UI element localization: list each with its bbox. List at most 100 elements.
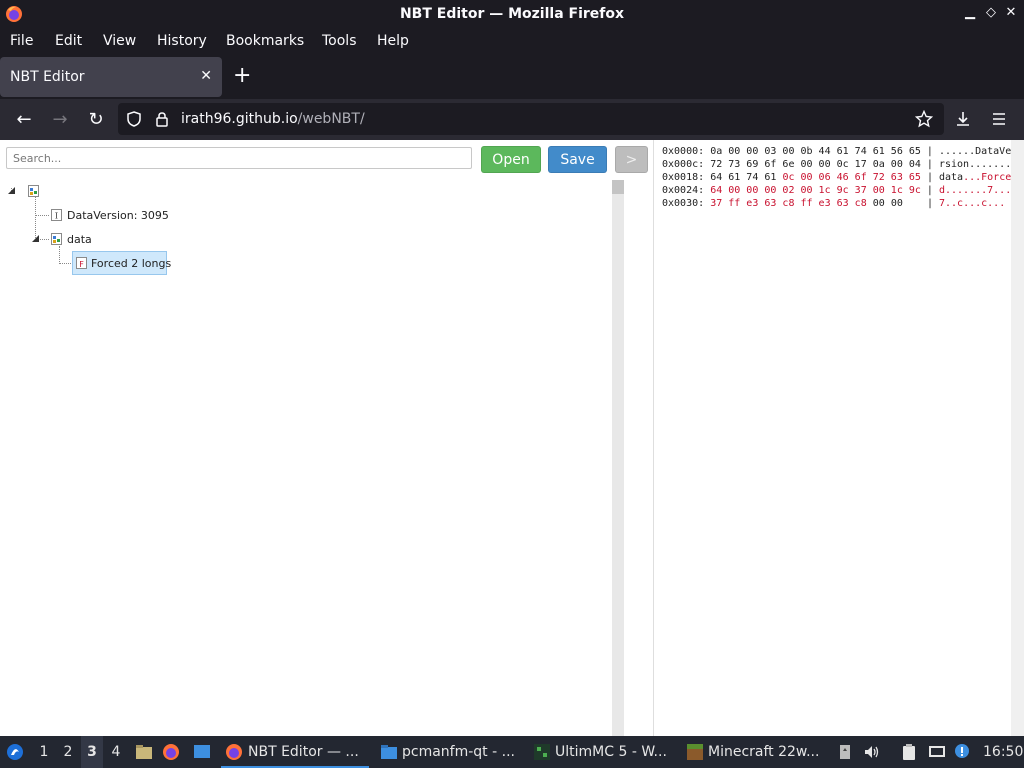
tree-node-data[interactable]: data: [67, 233, 92, 246]
tree-scrollbar-thumb[interactable]: [612, 180, 624, 194]
tree-node-dataversion[interactable]: DataVersion: 3095: [67, 209, 169, 222]
file-manager-launcher-icon[interactable]: [135, 743, 153, 761]
hex-row: 0x0000: 0a 00 00 03 00 0b 44 61 74 61 56…: [662, 146, 1011, 157]
float-tag-icon[interactable]: F: [76, 257, 87, 269]
downloads-icon[interactable]: [954, 110, 972, 128]
task-label: UltimMC 5 - W...: [555, 744, 667, 760]
compound-tag-icon[interactable]: [28, 185, 39, 197]
url-text[interactable]: irath96.github.io/webNBT/: [181, 111, 365, 127]
editor-pane: Open Save > I: [0, 140, 648, 736]
tray-storage-icon[interactable]: [836, 743, 854, 761]
workspace-1[interactable]: 1: [33, 736, 55, 768]
volume-icon[interactable]: [863, 743, 881, 761]
menu-bar: File Edit View History Bookmarks Tools H…: [0, 28, 1024, 55]
collapse-toggle-icon[interactable]: [7, 186, 16, 195]
app-menu-icon[interactable]: [991, 111, 1007, 127]
shield-icon[interactable]: [126, 111, 142, 127]
bookmark-star-icon[interactable]: [915, 110, 933, 128]
url-host: irath96.github.io: [181, 111, 298, 127]
restore-button[interactable]: ◇: [983, 5, 999, 21]
next-button[interactable]: >: [615, 146, 648, 173]
task-label: NBT Editor — ...: [248, 744, 359, 760]
svg-text:I: I: [55, 212, 58, 221]
hex-bytes: 0a 00 00 03 00 0b 44 61 74 61 56 65: [710, 146, 921, 157]
hex-separator: |: [920, 185, 939, 196]
hex-ascii-highlight: 7..c...c...: [938, 198, 1006, 209]
menu-bookmarks[interactable]: Bookmarks: [226, 33, 304, 49]
hex-view: 0x0000: 0a 00 00 03 00 0b 44 61 74 61 56…: [654, 140, 1024, 736]
hex-ascii-highlight: d.......7...: [938, 185, 1012, 196]
url-path: /webNBT/: [297, 111, 365, 127]
hex-ascii: ......DataVe: [938, 146, 1012, 157]
collapse-toggle-icon[interactable]: [31, 234, 40, 243]
task-minecraft[interactable]: Minecraft 22w...: [683, 736, 828, 768]
new-tab-button[interactable]: +: [233, 65, 251, 87]
menu-history[interactable]: History: [157, 33, 207, 49]
folder-icon: [381, 745, 397, 759]
hex-offset: 0x0030:: [662, 198, 705, 209]
menu-edit[interactable]: Edit: [55, 33, 82, 49]
window-title: NBT Editor — Mozilla Firefox: [399, 6, 625, 22]
clipboard-icon[interactable]: [900, 743, 918, 761]
lock-icon[interactable]: [155, 111, 169, 127]
close-window-button[interactable]: ✕: [1003, 5, 1019, 21]
search-input[interactable]: [6, 147, 472, 169]
hex-scrollbar[interactable]: [1011, 140, 1024, 736]
hex-row: 0x0024: 64 00 00 00 02 00 1c 9c 37 00 1c…: [662, 185, 1011, 196]
tree-connector: [59, 246, 60, 264]
tree-scrollbar[interactable]: [612, 180, 624, 736]
hex-bytes-highlight: 64 00 00 00 02 00 1c 9c 37 00 1c 9c: [710, 185, 921, 196]
close-tab-icon[interactable]: ✕: [200, 68, 212, 84]
update-notifier-icon[interactable]: [953, 743, 971, 761]
forward-button[interactable]: →: [49, 109, 71, 131]
navigation-toolbar: ← → ↻ irath96.github.io/webNBT/: [0, 99, 1024, 140]
tree-node-forced-label: Forced 2 longs: [91, 257, 172, 270]
tab-strip: NBT Editor ✕ +: [0, 55, 1024, 99]
hex-bytes: 00 00: [866, 198, 921, 209]
hex-ascii: data: [938, 172, 964, 183]
hex-bytes-highlight: 0c 00 06 46 6f 72 63 65: [782, 172, 921, 183]
hex-offset: 0x0018:: [662, 172, 705, 183]
hex-row: 0x000c: 72 73 69 6f 6e 00 00 0c 17 0a 00…: [662, 159, 1011, 170]
clock[interactable]: 16:50: [983, 736, 1023, 768]
nbt-tree: I DataVersion: 3095 data F Forced 2 long…: [0, 178, 612, 736]
tab-label: NBT Editor: [10, 69, 85, 85]
task-label: Minecraft 22w...: [708, 744, 820, 760]
hex-ascii: rsion.......: [938, 159, 1012, 170]
taskbar: 1 2 3 4 NBT Editor — ... pcmanfm-qt - ..…: [0, 736, 1024, 768]
menu-file[interactable]: File: [10, 33, 33, 49]
save-button[interactable]: Save: [548, 146, 607, 173]
workspace-2[interactable]: 2: [57, 736, 79, 768]
workspace-4[interactable]: 4: [105, 736, 127, 768]
compound-tag-icon[interactable]: [51, 233, 62, 245]
minecraft-icon: [687, 744, 703, 760]
tree-connector: [35, 215, 49, 216]
open-button[interactable]: Open: [481, 146, 541, 173]
url-bar[interactable]: irath96.github.io/webNBT/: [118, 103, 944, 135]
tab-nbt-editor[interactable]: NBT Editor ✕: [0, 57, 222, 97]
hex-bytes-highlight: 37 ff e3 63 c8 ff e3 63 c8: [710, 198, 867, 209]
task-firefox[interactable]: NBT Editor — ...: [221, 736, 369, 768]
firefox-icon: [226, 744, 242, 760]
reload-button[interactable]: ↻: [85, 109, 107, 131]
task-ultimmc[interactable]: UltimMC 5 - W...: [530, 736, 675, 768]
int-tag-icon[interactable]: I: [51, 209, 62, 221]
tree-connector: [59, 263, 73, 264]
network-icon[interactable]: [928, 743, 946, 761]
menu-tools[interactable]: Tools: [322, 33, 357, 49]
start-menu-icon[interactable]: [6, 743, 24, 761]
hex-separator: |: [920, 172, 939, 183]
hex-ascii-highlight: ...Force: [963, 172, 1012, 183]
menu-view[interactable]: View: [103, 33, 136, 49]
window-titlebar: NBT Editor — Mozilla Firefox ▁ ◇ ✕: [0, 0, 1024, 28]
hex-offset: 0x0024:: [662, 185, 705, 196]
show-desktop-icon[interactable]: [193, 743, 211, 761]
menu-help[interactable]: Help: [377, 33, 409, 49]
ultimmc-icon: [534, 744, 550, 760]
workspace-3[interactable]: 3: [81, 736, 103, 768]
minimize-button[interactable]: ▁: [962, 5, 978, 21]
task-pcmanfm[interactable]: pcmanfm-qt - ...: [376, 736, 521, 768]
svg-text:F: F: [79, 260, 84, 269]
firefox-launcher-icon[interactable]: [162, 743, 180, 761]
back-button[interactable]: ←: [13, 109, 35, 131]
